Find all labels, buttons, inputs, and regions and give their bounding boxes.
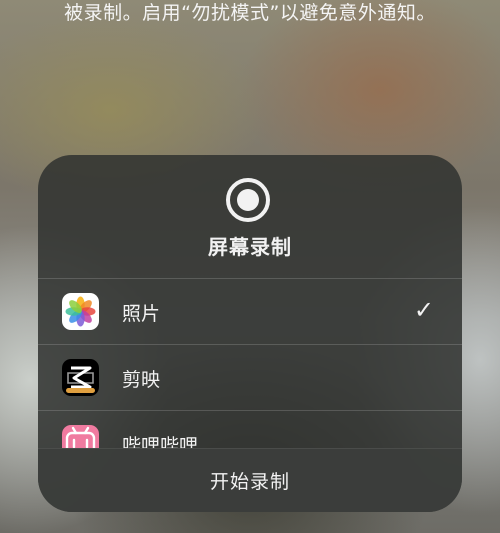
record-icon <box>226 178 270 222</box>
list-item-label: 照片 <box>122 303 161 325</box>
list-item-label: 哔哩哔哩 <box>122 435 199 448</box>
list-item-photos[interactable]: 照片 ✓ <box>38 278 462 344</box>
start-recording-label: 开始录制 <box>209 471 290 493</box>
list-item-capcut[interactable]: 剪映 <box>38 344 462 410</box>
destination-list[interactable]: 照片 ✓ 剪映 哔哩哔哩 <box>38 278 462 448</box>
screen-recording-sheet: 屏幕录制 照片 ✓ 剪映 哔哩哔哩 开始录制 <box>38 155 462 512</box>
checkmark-icon: ✓ <box>413 296 434 324</box>
photos-app-icon <box>62 293 99 330</box>
sheet-header: 屏幕录制 <box>38 155 462 278</box>
recording-notice-text: 被录制。启用“勿扰模式”以避免意外通知。 <box>64 2 436 24</box>
bilibili-app-icon <box>62 425 99 448</box>
capcut-app-icon <box>62 359 99 396</box>
list-item-label: 剪映 <box>122 369 161 391</box>
sheet-title: 屏幕录制 <box>208 235 292 259</box>
start-recording-button[interactable]: 开始录制 <box>38 448 462 512</box>
list-item-bilibili[interactable]: 哔哩哔哩 <box>38 410 462 448</box>
